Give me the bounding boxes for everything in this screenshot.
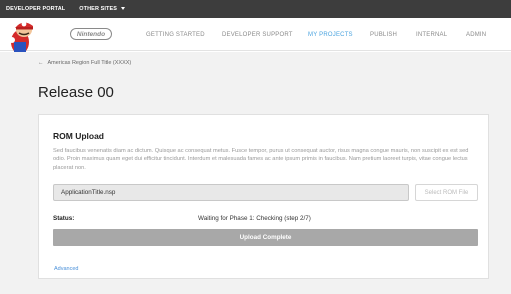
mario-mascot-icon: [9, 21, 36, 54]
page-title: Release 00: [38, 84, 114, 101]
arrow-left-icon: ←: [38, 60, 44, 66]
upload-complete-button[interactable]: Upload Complete: [53, 229, 478, 246]
caret-down-icon: [121, 7, 126, 11]
rom-upload-title: ROM Upload: [53, 131, 104, 141]
main-nav: Nintendo GETTING STARTED DEVELOPER SUPPO…: [0, 18, 511, 51]
top-bar: DEVELOPER PORTAL OTHER SITES: [0, 0, 511, 18]
breadcrumb-label: Americas Region Full Title (XXXX): [47, 60, 132, 66]
nav-publish[interactable]: PUBLISH: [370, 32, 397, 38]
nav-internal[interactable]: INTERNAL: [416, 32, 447, 38]
status-label: Status:: [53, 215, 75, 222]
rom-file-field[interactable]: ApplicationTitle.nsp: [53, 184, 409, 201]
nintendo-logo[interactable]: Nintendo: [70, 28, 112, 40]
nav-getting-started[interactable]: GETTING STARTED: [146, 32, 205, 38]
advanced-link[interactable]: Advanced: [54, 266, 78, 272]
select-rom-file-button[interactable]: Select ROM File: [415, 184, 478, 201]
rom-upload-card: ROM Upload Sed faucibus venenatis diam a…: [38, 114, 489, 279]
other-sites-menu[interactable]: OTHER SITES: [79, 6, 126, 12]
nav-admin[interactable]: ADMIN: [466, 32, 486, 38]
developer-portal-link[interactable]: DEVELOPER PORTAL: [6, 6, 65, 12]
breadcrumb[interactable]: ← Americas Region Full Title (XXXX): [38, 60, 131, 66]
status-text: Waiting for Phase 1: Checking (step 2/7): [198, 215, 311, 222]
nav-developer-support[interactable]: DEVELOPER SUPPORT: [222, 32, 293, 38]
nav-my-projects[interactable]: MY PROJECTS: [308, 32, 353, 38]
other-sites-label: OTHER SITES: [79, 6, 118, 12]
rom-upload-description: Sed faucibus venenatis diam ac dictum. Q…: [53, 148, 469, 171]
